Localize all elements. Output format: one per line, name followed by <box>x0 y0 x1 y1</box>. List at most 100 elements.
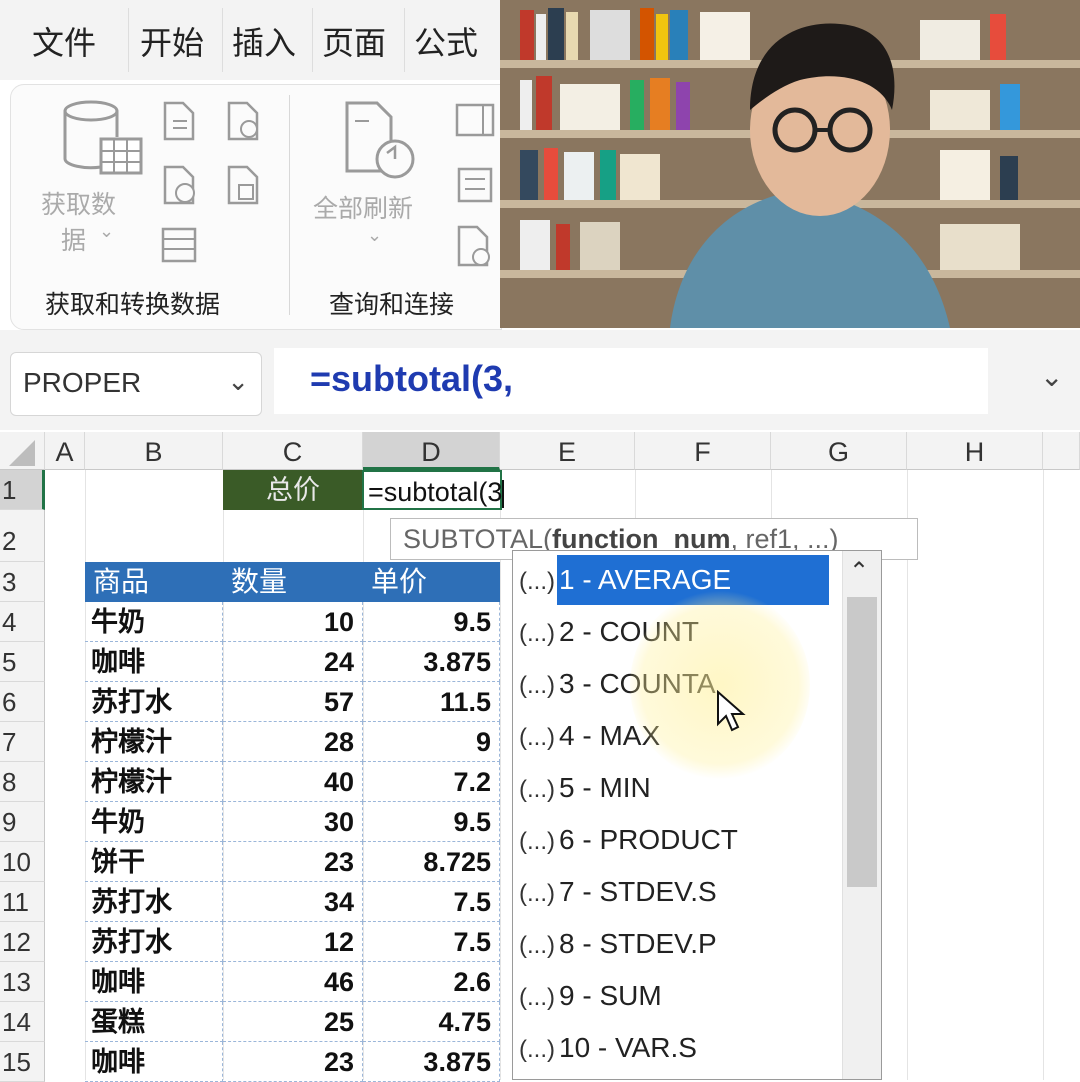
row-header-10[interactable]: 10 <box>0 842 45 882</box>
table-cell-item[interactable]: 苏打水 <box>85 682 223 722</box>
row-header-7[interactable]: 7 <box>0 722 45 762</box>
table-cell-quantity[interactable]: 12 <box>223 922 363 962</box>
chevron-up-icon[interactable]: ⌃ <box>849 557 869 586</box>
table-cell-item[interactable]: 柠檬汁 <box>85 722 223 762</box>
column-header-d[interactable]: D <box>363 432 500 470</box>
table-cell-item[interactable]: 咖啡 <box>85 962 223 1002</box>
table-cell-price[interactable]: 4.75 <box>363 1002 500 1042</box>
table-cell-quantity[interactable]: 30 <box>223 802 363 842</box>
get-data-button[interactable]: 获取数 <box>41 185 116 221</box>
tab-file[interactable]: 文件 <box>32 18 96 64</box>
table-cell-price[interactable]: 11.5 <box>363 682 500 722</box>
table-cell-item[interactable]: 蛋糕 <box>85 1002 223 1042</box>
select-all-corner[interactable] <box>0 432 45 470</box>
function-option[interactable]: (...) 7 - STDEV.S <box>519 867 839 917</box>
row-header-8[interactable]: 8 <box>0 762 45 802</box>
function-option[interactable]: (...) 2 - COUNT <box>519 607 839 657</box>
function-option[interactable]: (...) 3 - COUNTA <box>519 659 839 709</box>
row-header-14[interactable]: 14 <box>0 1002 45 1042</box>
refresh-all-button[interactable]: 全部刷新 <box>313 189 413 225</box>
table-cell-quantity[interactable]: 24 <box>223 642 363 682</box>
table-cell-price[interactable]: 2.6 <box>363 962 500 1002</box>
function-option[interactable]: (...) 8 - STDEV.P <box>519 919 839 969</box>
table-cell-quantity[interactable]: 23 <box>223 842 363 882</box>
row-header-4[interactable]: 4 <box>0 602 45 642</box>
table-cell-item[interactable]: 苏打水 <box>85 922 223 962</box>
table-cell-item[interactable]: 苏打水 <box>85 882 223 922</box>
tab-home[interactable]: 开始 <box>140 18 204 64</box>
function-option[interactable]: (...) 6 - PRODUCT <box>519 815 839 865</box>
table-cell-quantity[interactable]: 57 <box>223 682 363 722</box>
row-header-3[interactable]: 3 <box>0 562 45 602</box>
recent-sources-icon[interactable] <box>225 101 261 141</box>
web-icon[interactable] <box>161 165 197 205</box>
table-header-item[interactable]: 商品 <box>85 562 223 602</box>
name-box[interactable]: PROPER ⌄ <box>10 352 262 416</box>
function-option[interactable]: (...) 10 - VAR.S <box>519 1023 839 1073</box>
table-cell-price[interactable]: 9 <box>363 722 500 762</box>
table-cell-quantity[interactable]: 25 <box>223 1002 363 1042</box>
text-csv-icon[interactable] <box>161 101 197 141</box>
row-header-6[interactable]: 6 <box>0 682 45 722</box>
formula-input[interactable]: =subtotal(3, <box>274 348 988 414</box>
database-icon[interactable] <box>61 99 145 183</box>
table-cell-price[interactable]: 7.5 <box>363 922 500 962</box>
cell-c1[interactable]: 总价 <box>223 470 363 510</box>
row-header-9[interactable]: 9 <box>0 802 45 842</box>
refresh-all-icon[interactable] <box>341 101 421 185</box>
row-header-12[interactable]: 12 <box>0 922 45 962</box>
table-cell-price[interactable]: 9.5 <box>363 802 500 842</box>
row-header-2[interactable]: 2 <box>0 510 45 562</box>
row-header-1[interactable]: 1 <box>0 470 45 510</box>
table-cell-price[interactable]: 7.2 <box>363 762 500 802</box>
table-cell-quantity[interactable]: 40 <box>223 762 363 802</box>
edit-links-icon[interactable] <box>455 225 495 269</box>
tab-page-layout[interactable]: 页面 <box>322 18 398 64</box>
existing-connections-icon[interactable] <box>225 165 261 205</box>
expand-formula-icon[interactable]: ⌄ <box>1040 360 1066 393</box>
table-cell-quantity[interactable]: 34 <box>223 882 363 922</box>
table-cell-quantity[interactable]: 28 <box>223 722 363 762</box>
table-cell-quantity[interactable]: 10 <box>223 602 363 642</box>
row-header-13[interactable]: 13 <box>0 962 45 1002</box>
row-header-5[interactable]: 5 <box>0 642 45 682</box>
function-option[interactable]: (...) 1 - AVERAGE <box>519 555 839 605</box>
table-cell-item[interactable]: 咖啡 <box>85 1042 223 1082</box>
table-header-price[interactable]: 单价 <box>363 562 500 602</box>
cell-d1-editing[interactable]: =subtotal(3 <box>362 470 505 510</box>
row-header-11[interactable]: 11 <box>0 882 45 922</box>
scrollbar-thumb[interactable] <box>847 597 877 887</box>
column-header-c[interactable]: C <box>223 432 363 470</box>
table-cell-price[interactable]: 7.5 <box>363 882 500 922</box>
autocomplete-scrollbar[interactable]: ⌃ <box>842 551 881 1079</box>
cell-d1-text: =subtotal(3 <box>368 477 503 507</box>
column-header-b[interactable]: B <box>85 432 223 470</box>
table-cell-item[interactable]: 饼干 <box>85 842 223 882</box>
table-cell-price[interactable]: 3.875 <box>363 1042 500 1082</box>
table-cell-price[interactable]: 8.725 <box>363 842 500 882</box>
table-cell-price[interactable]: 9.5 <box>363 602 500 642</box>
table-cell-item[interactable]: 咖啡 <box>85 642 223 682</box>
column-header-e[interactable]: E <box>500 432 635 470</box>
table-cell-price[interactable]: 3.875 <box>363 642 500 682</box>
table-cell-item[interactable]: 柠檬汁 <box>85 762 223 802</box>
table-header-quantity[interactable]: 数量 <box>223 562 363 602</box>
column-header-a[interactable]: A <box>45 432 85 470</box>
properties-icon[interactable] <box>455 165 495 205</box>
queries-connections-icon[interactable] <box>455 101 495 141</box>
column-header-h[interactable]: H <box>907 432 1043 470</box>
chevron-down-icon[interactable]: ⌄ <box>227 367 249 397</box>
table-cell-quantity[interactable]: 23 <box>223 1042 363 1082</box>
column-header-f[interactable]: F <box>635 432 771 470</box>
table-range-icon[interactable] <box>159 225 199 265</box>
row-header-15[interactable]: 15 <box>0 1042 45 1082</box>
table-cell-item[interactable]: 牛奶 <box>85 602 223 642</box>
function-option[interactable]: (...) 5 - MIN <box>519 763 839 813</box>
tab-formulas[interactable]: 公式 <box>414 18 478 64</box>
column-header-g[interactable]: G <box>771 432 907 470</box>
function-option[interactable]: (...) 9 - SUM <box>519 971 839 1021</box>
tab-insert[interactable]: 插入 <box>232 18 296 64</box>
function-option[interactable]: (...) 4 - MAX <box>519 711 839 761</box>
table-cell-quantity[interactable]: 46 <box>223 962 363 1002</box>
table-cell-item[interactable]: 牛奶 <box>85 802 223 842</box>
